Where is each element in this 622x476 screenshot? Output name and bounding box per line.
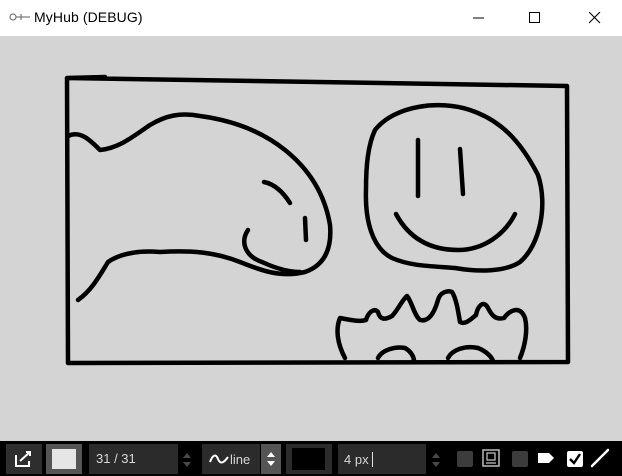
stroke-color-button[interactable] (286, 444, 332, 474)
up-down-arrows-icon (267, 452, 275, 466)
fill-color-swatch (52, 449, 76, 469)
edit-icon (15, 451, 31, 467)
brush-size-value: 4 px (344, 452, 369, 467)
frame-option-checkbox[interactable] (457, 451, 473, 467)
drawn-gear (335, 289, 529, 361)
maximize-icon (529, 12, 540, 23)
frame-counter-value: 31 / 31 (96, 451, 136, 466)
minimize-icon (473, 17, 484, 19)
pencil-option-checkbox[interactable] (567, 451, 583, 467)
pencil-icon (590, 448, 610, 468)
close-icon (589, 12, 601, 24)
frame-counter-field[interactable]: 31 / 31 (89, 444, 178, 474)
canvas-drawing (64, 74, 571, 366)
drawn-smiley-eye-right (457, 146, 466, 197)
edit-button[interactable] (6, 444, 42, 474)
title-bar: MyHub (DEBUG) (0, 0, 622, 36)
brush-mode-label: line (230, 452, 251, 467)
drawn-gear-hole-left (375, 345, 417, 364)
stepper-arrows-icon (183, 453, 191, 467)
maximize-button[interactable] (512, 0, 558, 36)
checkmark-icon (569, 453, 581, 465)
tag-icon (538, 453, 554, 463)
brush-size-input[interactable]: 4 px (338, 444, 426, 474)
drawn-smiley-mouth (393, 211, 518, 253)
frame-icon (482, 449, 500, 467)
fill-color-button[interactable] (46, 444, 82, 474)
drawn-smiley-face (363, 103, 545, 273)
stroke-color-swatch (292, 448, 325, 470)
tag-option-checkbox[interactable] (512, 451, 528, 467)
drawing-canvas[interactable] (0, 36, 622, 441)
brush-mode-dropdown[interactable] (261, 444, 281, 474)
line-wave-icon (209, 454, 229, 464)
brush-mode-select[interactable]: line (202, 444, 260, 474)
frame-counter-stepper[interactable] (180, 444, 194, 474)
window-title: MyHub (DEBUG) (34, 9, 143, 25)
stepper-arrows-icon (432, 453, 440, 467)
drawn-gear-hole-right (445, 344, 496, 364)
drawn-creature-eye-2 (302, 215, 309, 243)
brush-size-stepper[interactable] (429, 444, 443, 474)
bottom-toolbar: 31 / 31 line 4 px (0, 441, 622, 476)
close-button[interactable] (572, 0, 618, 36)
app-icon (9, 13, 30, 21)
minimize-button[interactable] (456, 0, 502, 36)
drawn-creature-eye (261, 179, 293, 206)
text-caret (372, 452, 373, 467)
